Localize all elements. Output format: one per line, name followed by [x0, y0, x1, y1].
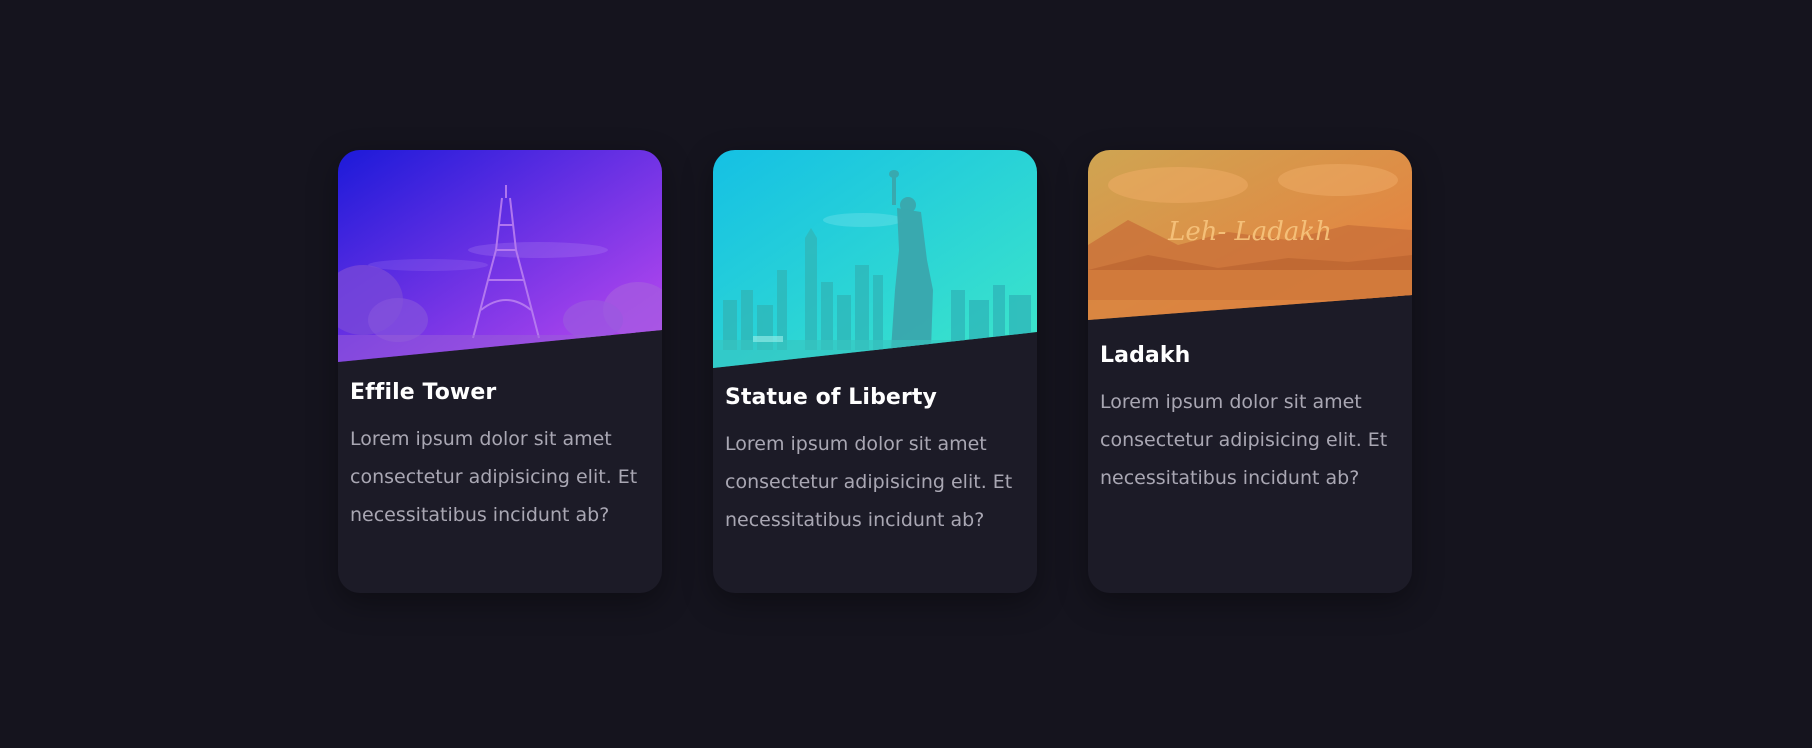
card-image-ladakh: Leh- Ladakh [1088, 150, 1412, 320]
card-description: Lorem ipsum dolor sit amet consectetur a… [725, 433, 1013, 531]
card-list: Effile Tower Lorem ipsum dolor sit amet … [338, 150, 1412, 593]
card-ladakh[interactable]: Leh- Ladakh Ladakh Lorem ipsum dolor sit… [1088, 150, 1412, 593]
card-eiffel-tower[interactable]: Effile Tower Lorem ipsum dolor sit amet … [338, 150, 662, 593]
statue-of-liberty-icon [713, 150, 1037, 368]
card-statue-of-liberty[interactable]: Statue of Liberty Lorem ipsum dolor sit … [713, 150, 1037, 593]
eiffel-tower-icon [338, 150, 662, 362]
mountain-lake-icon: Leh- Ladakh [1088, 150, 1412, 320]
card-image-eiffel [338, 150, 662, 362]
card-title: Statue of Liberty [725, 385, 937, 410]
card-image-liberty [713, 150, 1037, 368]
card-title: Effile Tower [350, 380, 497, 405]
card-title: Ladakh [1100, 343, 1191, 368]
card-description: Lorem ipsum dolor sit amet consectetur a… [1100, 391, 1388, 489]
image-caption: Leh- Ladakh [1167, 217, 1332, 247]
card-description: Lorem ipsum dolor sit amet consectetur a… [350, 428, 638, 526]
